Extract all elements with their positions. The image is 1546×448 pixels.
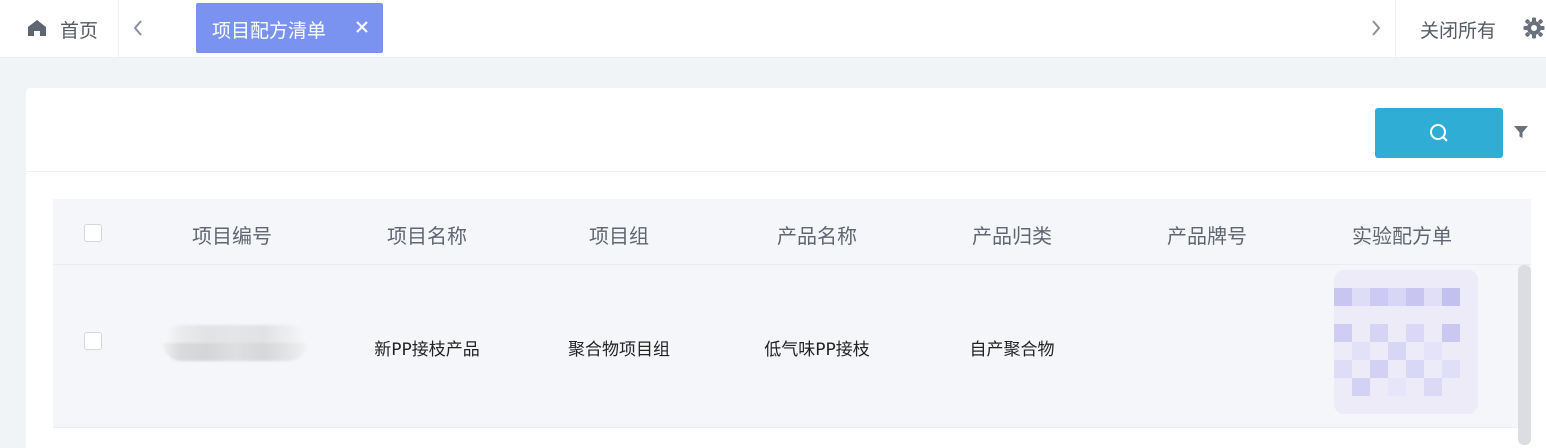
tabs-scroll-right-button[interactable] xyxy=(1364,14,1388,42)
content-card: 项目编号 项目名称 项目组 产品名称 产品归类 产品牌号 实验配方单 新PP接枝… xyxy=(26,88,1546,448)
gear-icon[interactable] xyxy=(1523,17,1545,39)
search-icon xyxy=(1430,124,1448,142)
tab-label: 项目配方清单 xyxy=(212,20,327,42)
chevron-right-icon xyxy=(1372,20,1381,36)
cell-product-name: 低气味PP接枝 xyxy=(764,340,870,360)
table-header: 项目编号 项目名称 项目组 产品名称 产品归类 产品牌号 实验配方单 xyxy=(53,199,1531,265)
vertical-scrollbar[interactable] xyxy=(1518,265,1531,445)
tabs-scroll-left-button[interactable] xyxy=(126,14,150,42)
toolbar-divider xyxy=(26,171,1546,172)
experiment-formula-image-redacted[interactable] xyxy=(1334,270,1478,414)
chevron-left-icon xyxy=(133,20,142,36)
cell-project-group: 聚合物项目组 xyxy=(568,340,670,360)
tab-home-label: 首页 xyxy=(60,20,99,42)
tab-close-button[interactable] xyxy=(352,17,372,37)
project-code-redacted xyxy=(163,325,307,361)
row-checkbox[interactable] xyxy=(84,332,102,350)
column-header-project-code[interactable]: 项目编号 xyxy=(132,220,332,249)
column-header-project-name[interactable]: 项目名称 xyxy=(327,220,527,249)
home-icon xyxy=(28,20,46,36)
tab-bar: 首页 项目配方清单 关闭所有 xyxy=(0,0,1546,58)
tab-home[interactable]: 首页 xyxy=(0,0,119,57)
search-button[interactable] xyxy=(1375,108,1503,158)
column-header-experiment-formula[interactable]: 实验配方单 xyxy=(1302,220,1502,249)
column-header-product-name[interactable]: 产品名称 xyxy=(717,220,917,249)
filter-icon[interactable] xyxy=(1513,124,1529,140)
select-all-checkbox[interactable] xyxy=(84,224,102,242)
cell-product-category: 自产聚合物 xyxy=(969,340,1055,360)
tab-project-formula-list[interactable]: 项目配方清单 xyxy=(196,3,383,53)
column-header-product-grade[interactable]: 产品牌号 xyxy=(1107,220,1307,249)
close-icon xyxy=(356,21,368,33)
column-header-product-category[interactable]: 产品归类 xyxy=(912,220,1112,249)
table-row[interactable]: 新PP接枝产品 聚合物项目组 低气味PP接枝 自产聚合物 xyxy=(53,265,1531,428)
close-all-button[interactable]: 关闭所有 xyxy=(1420,16,1496,43)
tab-actions: 关闭所有 xyxy=(1395,0,1546,57)
column-header-project-group[interactable]: 项目组 xyxy=(519,220,719,249)
cell-project-name: 新PP接枝产品 xyxy=(374,340,480,360)
